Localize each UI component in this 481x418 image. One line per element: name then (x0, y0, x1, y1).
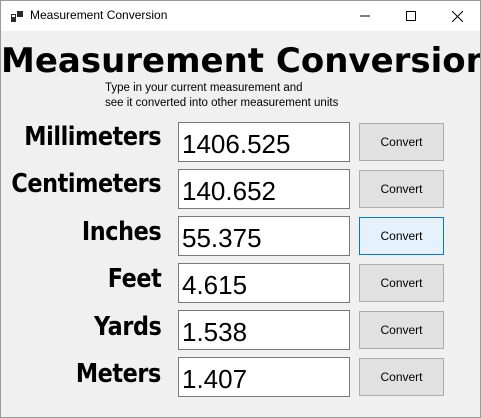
minimize-button[interactable] (342, 1, 388, 31)
close-icon (451, 10, 463, 22)
minimize-icon (360, 15, 370, 17)
subtitle-line-2: see it converted into other measurement … (105, 97, 339, 109)
title-bar[interactable]: Measurement Conversion (1, 1, 480, 31)
label-inches: Inches (81, 217, 162, 247)
label-feet: Feet (107, 264, 161, 294)
inches-input[interactable]: 55.375 (178, 216, 350, 256)
yards-input[interactable]: 1.538 (178, 310, 350, 350)
maximize-button[interactable] (388, 1, 434, 31)
feet-input[interactable]: 4.615 (178, 263, 350, 303)
convert-millimeters-button[interactable]: Convert (359, 123, 444, 161)
label-millimeters: Millimeters (24, 122, 161, 152)
window-title: Measurement Conversion (30, 8, 168, 22)
maximize-icon (406, 11, 416, 21)
app-window-icon (11, 11, 23, 22)
convert-centimeters-button[interactable]: Convert (359, 170, 444, 208)
subtitle-line-1: Type in your current measurement and (105, 82, 303, 94)
label-yards: Yards (93, 312, 162, 342)
page-heading: Measurement Conversion (1, 41, 481, 81)
convert-feet-button[interactable]: Convert (359, 264, 444, 302)
close-button[interactable] (434, 1, 480, 31)
convert-yards-button[interactable]: Convert (359, 311, 444, 349)
label-meters: Meters (75, 359, 161, 389)
convert-inches-button[interactable]: Convert (359, 217, 444, 255)
meters-input[interactable]: 1.407 (178, 357, 350, 397)
app-window: Measurement Conversion Measurement Conve… (0, 0, 481, 418)
millimeters-input[interactable]: 1406.525 (178, 122, 350, 162)
convert-meters-button[interactable]: Convert (359, 358, 444, 396)
label-centimeters: Centimeters (11, 169, 161, 199)
centimeters-input[interactable]: 140.652 (178, 169, 350, 209)
